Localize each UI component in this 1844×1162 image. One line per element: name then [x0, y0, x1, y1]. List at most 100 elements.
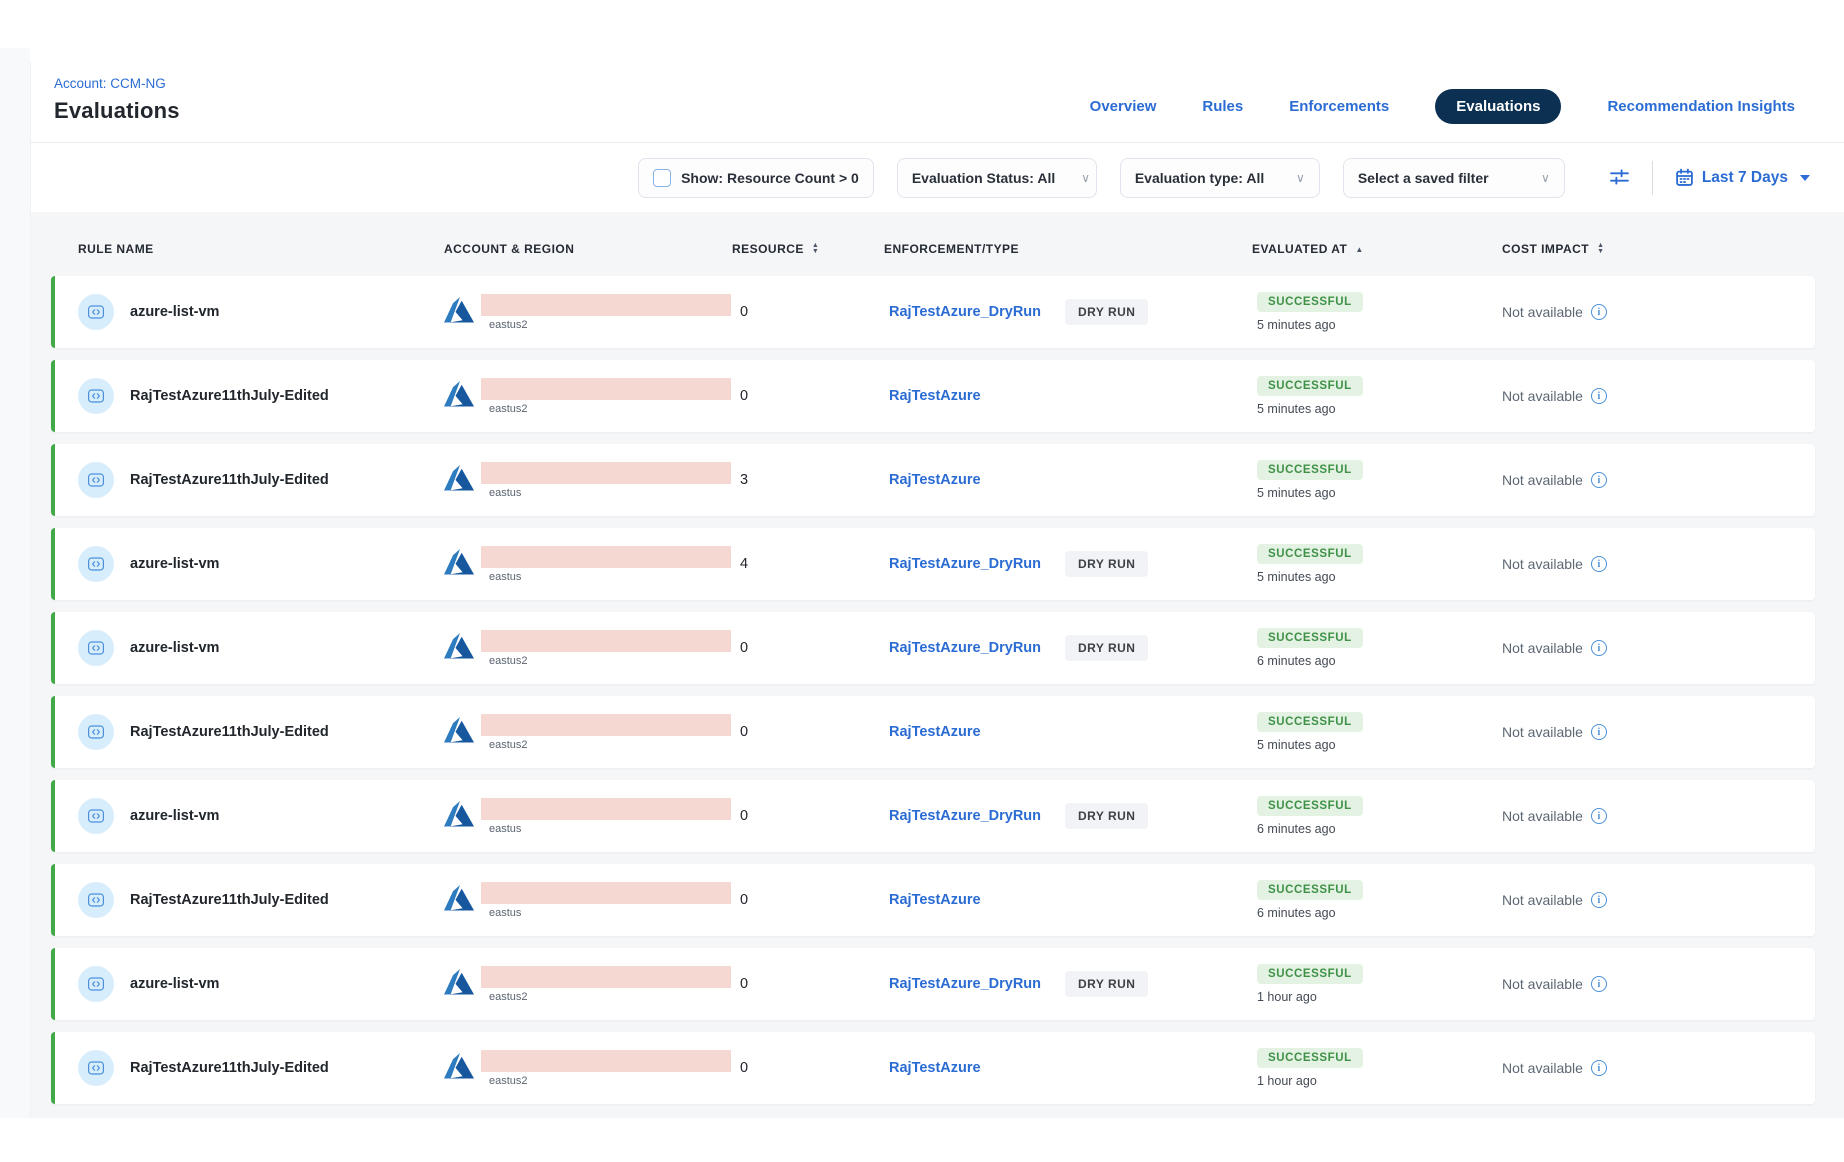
- resource-count-checkbox[interactable]: [653, 169, 671, 187]
- redacted-account-name: [481, 462, 731, 484]
- dry-run-badge: DRY RUN: [1065, 971, 1148, 997]
- redacted-account-name: [481, 546, 731, 568]
- saved-filter-placeholder: Select a saved filter: [1358, 170, 1489, 186]
- table-row[interactable]: RajTestAzure11thJuly-Edited eastus2 0 Ra…: [51, 360, 1815, 432]
- enforcement-cell: RajTestAzure_DryRun DRY RUN: [884, 803, 1252, 829]
- info-icon[interactable]: i: [1591, 556, 1607, 572]
- account-region-cell: eastus2: [444, 714, 732, 751]
- rule-name: azure-list-vm: [130, 976, 219, 992]
- account-region-cell: eastus2: [444, 378, 732, 415]
- content-panel: Account: CCM-NG Evaluations Overview Rul…: [30, 62, 1844, 1118]
- account-block: eastus2: [481, 378, 731, 415]
- azure-logo-icon: [444, 969, 474, 1000]
- redacted-account-name: [481, 1050, 731, 1072]
- caret-down-icon: [1800, 175, 1810, 181]
- info-icon[interactable]: i: [1591, 724, 1607, 740]
- status-badge: SUCCESSFUL: [1257, 628, 1363, 648]
- info-icon[interactable]: i: [1591, 1060, 1607, 1076]
- title-block: Account: CCM-NG Evaluations: [54, 76, 180, 124]
- enforcement-cell: RajTestAzure DRY RUN: [884, 1060, 1252, 1076]
- tab-enforcements[interactable]: Enforcements: [1289, 98, 1389, 115]
- table-row[interactable]: azure-list-vm eastus2 0 RajTestAzure_Dry…: [51, 276, 1815, 348]
- rule-cell: azure-list-vm: [78, 294, 444, 330]
- filter-sliders-icon[interactable]: [1609, 167, 1630, 188]
- table-row[interactable]: RajTestAzure11thJuly-Edited eastus 0 Raj…: [51, 864, 1815, 936]
- enforcement-link[interactable]: RajTestAzure_DryRun: [889, 808, 1041, 824]
- evaluation-status-select[interactable]: Evaluation Status: All ∨: [897, 158, 1097, 198]
- cost-impact-value: Not available: [1502, 892, 1583, 908]
- account-block: eastus2: [481, 294, 731, 331]
- sort-icon[interactable]: ▲▼: [1597, 243, 1604, 255]
- date-range-picker[interactable]: Last 7 Days: [1675, 168, 1810, 187]
- info-icon[interactable]: i: [1591, 976, 1607, 992]
- evaluated-at-cell: SUCCESSFUL 5 minutes ago: [1252, 712, 1502, 752]
- chevron-down-icon: ∨: [1081, 171, 1090, 185]
- dry-run-badge: DRY RUN: [1065, 299, 1148, 325]
- table-row[interactable]: azure-list-vm eastus 4 RajTestAzure_DryR…: [51, 528, 1815, 600]
- enforcement-link[interactable]: RajTestAzure: [889, 892, 981, 908]
- evaluated-time: 1 hour ago: [1257, 1074, 1317, 1088]
- table-row[interactable]: RajTestAzure11thJuly-Edited eastus 3 Raj…: [51, 444, 1815, 516]
- info-icon[interactable]: i: [1591, 472, 1607, 488]
- cost-impact-cell: Not available i: [1502, 640, 1815, 656]
- cost-impact-cell: Not available i: [1502, 388, 1815, 404]
- rule-code-icon: [78, 462, 114, 498]
- tab-recommendation-insights[interactable]: Recommendation Insights: [1607, 98, 1795, 115]
- redacted-account-name: [481, 798, 731, 820]
- info-icon[interactable]: i: [1591, 640, 1607, 656]
- region-label: eastus: [481, 571, 731, 583]
- account-block: eastus: [481, 798, 731, 835]
- rule-name: azure-list-vm: [130, 808, 219, 824]
- enforcement-link[interactable]: RajTestAzure_DryRun: [889, 556, 1041, 572]
- table-row[interactable]: RajTestAzure11thJuly-Edited eastus2 0 Ra…: [51, 1032, 1815, 1104]
- enforcement-link[interactable]: RajTestAzure: [889, 472, 981, 488]
- cost-impact-value: Not available: [1502, 304, 1583, 320]
- cost-impact-value: Not available: [1502, 808, 1583, 824]
- rule-cell: azure-list-vm: [78, 798, 444, 834]
- filter-bar: Show: Resource Count > 0 Evaluation Stat…: [31, 143, 1844, 212]
- cost-impact-cell: Not available i: [1502, 472, 1815, 488]
- enforcement-link[interactable]: RajTestAzure: [889, 724, 981, 740]
- saved-filter-select[interactable]: Select a saved filter ∨: [1343, 158, 1565, 198]
- col-cost-impact: COST IMPACT▲▼: [1502, 242, 1815, 256]
- evaluation-type-select[interactable]: Evaluation type: All ∨: [1120, 158, 1320, 198]
- rule-cell: RajTestAzure11thJuly-Edited: [78, 1050, 444, 1086]
- redacted-account-name: [481, 294, 731, 316]
- enforcement-cell: RajTestAzure DRY RUN: [884, 472, 1252, 488]
- status-badge: SUCCESSFUL: [1257, 292, 1363, 312]
- breadcrumb[interactable]: Account: CCM-NG: [54, 76, 180, 91]
- tab-evaluations[interactable]: Evaluations: [1435, 89, 1561, 124]
- tab-overview[interactable]: Overview: [1090, 98, 1157, 115]
- region-label: eastus: [481, 823, 731, 835]
- enforcement-link[interactable]: RajTestAzure: [889, 1060, 981, 1076]
- azure-logo-icon: [444, 1053, 474, 1084]
- enforcement-link[interactable]: RajTestAzure_DryRun: [889, 640, 1041, 656]
- enforcement-link[interactable]: RajTestAzure: [889, 388, 981, 404]
- evaluated-at-cell: SUCCESSFUL 6 minutes ago: [1252, 628, 1502, 668]
- chevron-down-icon: ∨: [1541, 171, 1550, 185]
- table-row[interactable]: RajTestAzure11thJuly-Edited eastus2 0 Ra…: [51, 696, 1815, 768]
- table-row[interactable]: azure-list-vm eastus2 0 RajTestAzure_Dry…: [51, 612, 1815, 684]
- rule-code-icon: [78, 798, 114, 834]
- info-icon[interactable]: i: [1591, 808, 1607, 824]
- enforcement-link[interactable]: RajTestAzure_DryRun: [889, 304, 1041, 320]
- rule-code-icon: [78, 882, 114, 918]
- info-icon[interactable]: i: [1591, 304, 1607, 320]
- table-row[interactable]: azure-list-vm eastus2 0 RajTestAzure_Dry…: [51, 948, 1815, 1020]
- redacted-account-name: [481, 966, 731, 988]
- status-badge: SUCCESSFUL: [1257, 1048, 1363, 1068]
- info-icon[interactable]: i: [1591, 892, 1607, 908]
- sort-asc-icon[interactable]: ▲: [1355, 245, 1363, 254]
- cost-impact-cell: Not available i: [1502, 892, 1815, 908]
- resource-count: 3: [732, 472, 884, 488]
- enforcement-link[interactable]: RajTestAzure_DryRun: [889, 976, 1041, 992]
- tab-rules[interactable]: Rules: [1202, 98, 1243, 115]
- info-icon[interactable]: i: [1591, 388, 1607, 404]
- redacted-account-name: [481, 630, 731, 652]
- account-block: eastus2: [481, 714, 731, 751]
- resource-count-filter[interactable]: Show: Resource Count > 0: [638, 158, 874, 198]
- table-row[interactable]: azure-list-vm eastus 0 RajTestAzure_DryR…: [51, 780, 1815, 852]
- sort-icon[interactable]: ▲▼: [812, 243, 819, 255]
- rule-code-icon: [78, 378, 114, 414]
- region-label: eastus2: [481, 403, 731, 415]
